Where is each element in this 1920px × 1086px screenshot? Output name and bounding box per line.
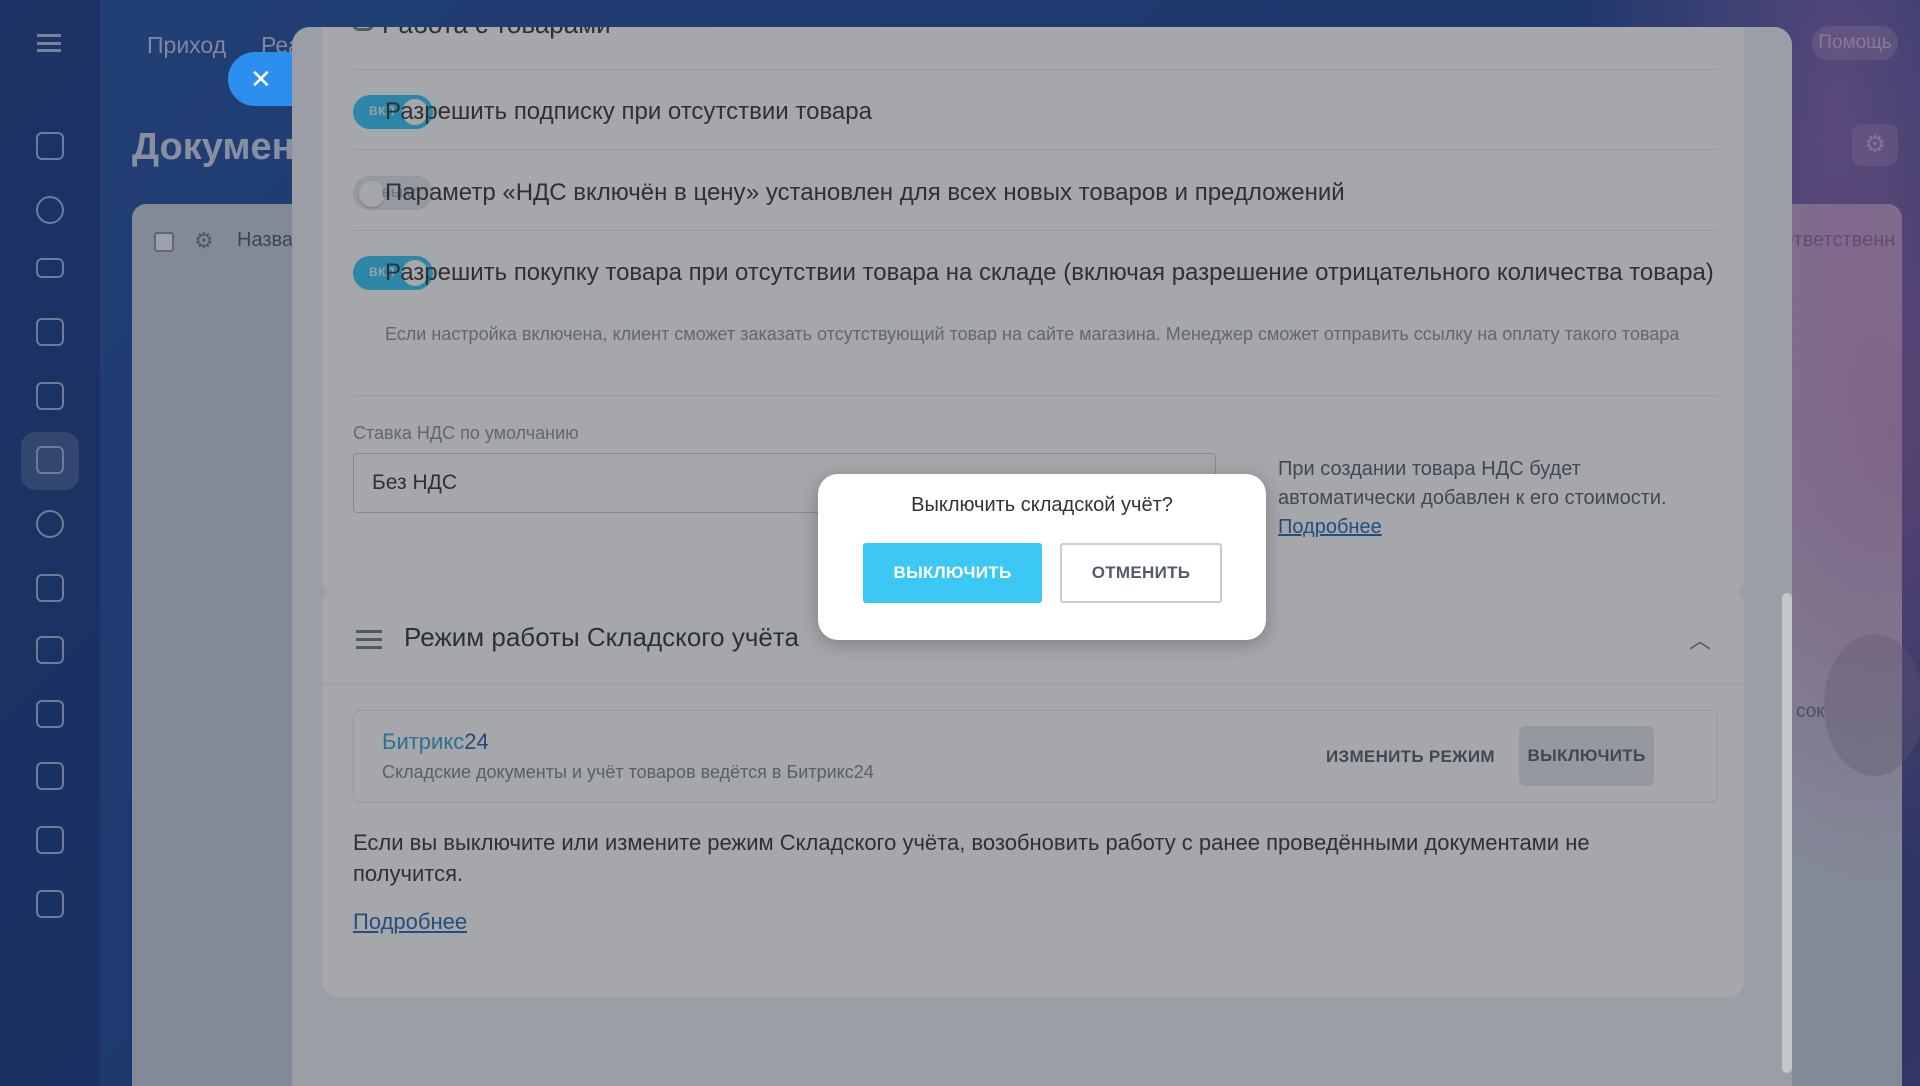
slider-scrollbar[interactable] (1782, 593, 1792, 1073)
dialog-title: Выключить складской учёт? (911, 494, 1173, 516)
confirm-disable-dialog: Выключить складской учёт? ВЫКЛЮЧИТЬ ОТМЕ… (818, 474, 1266, 640)
close-slider-button[interactable]: ✕ (228, 52, 298, 106)
cancel-button[interactable]: ОТМЕНИТЬ (1060, 543, 1222, 603)
confirm-disable-button[interactable]: ВЫКЛЮЧИТЬ (863, 543, 1042, 603)
